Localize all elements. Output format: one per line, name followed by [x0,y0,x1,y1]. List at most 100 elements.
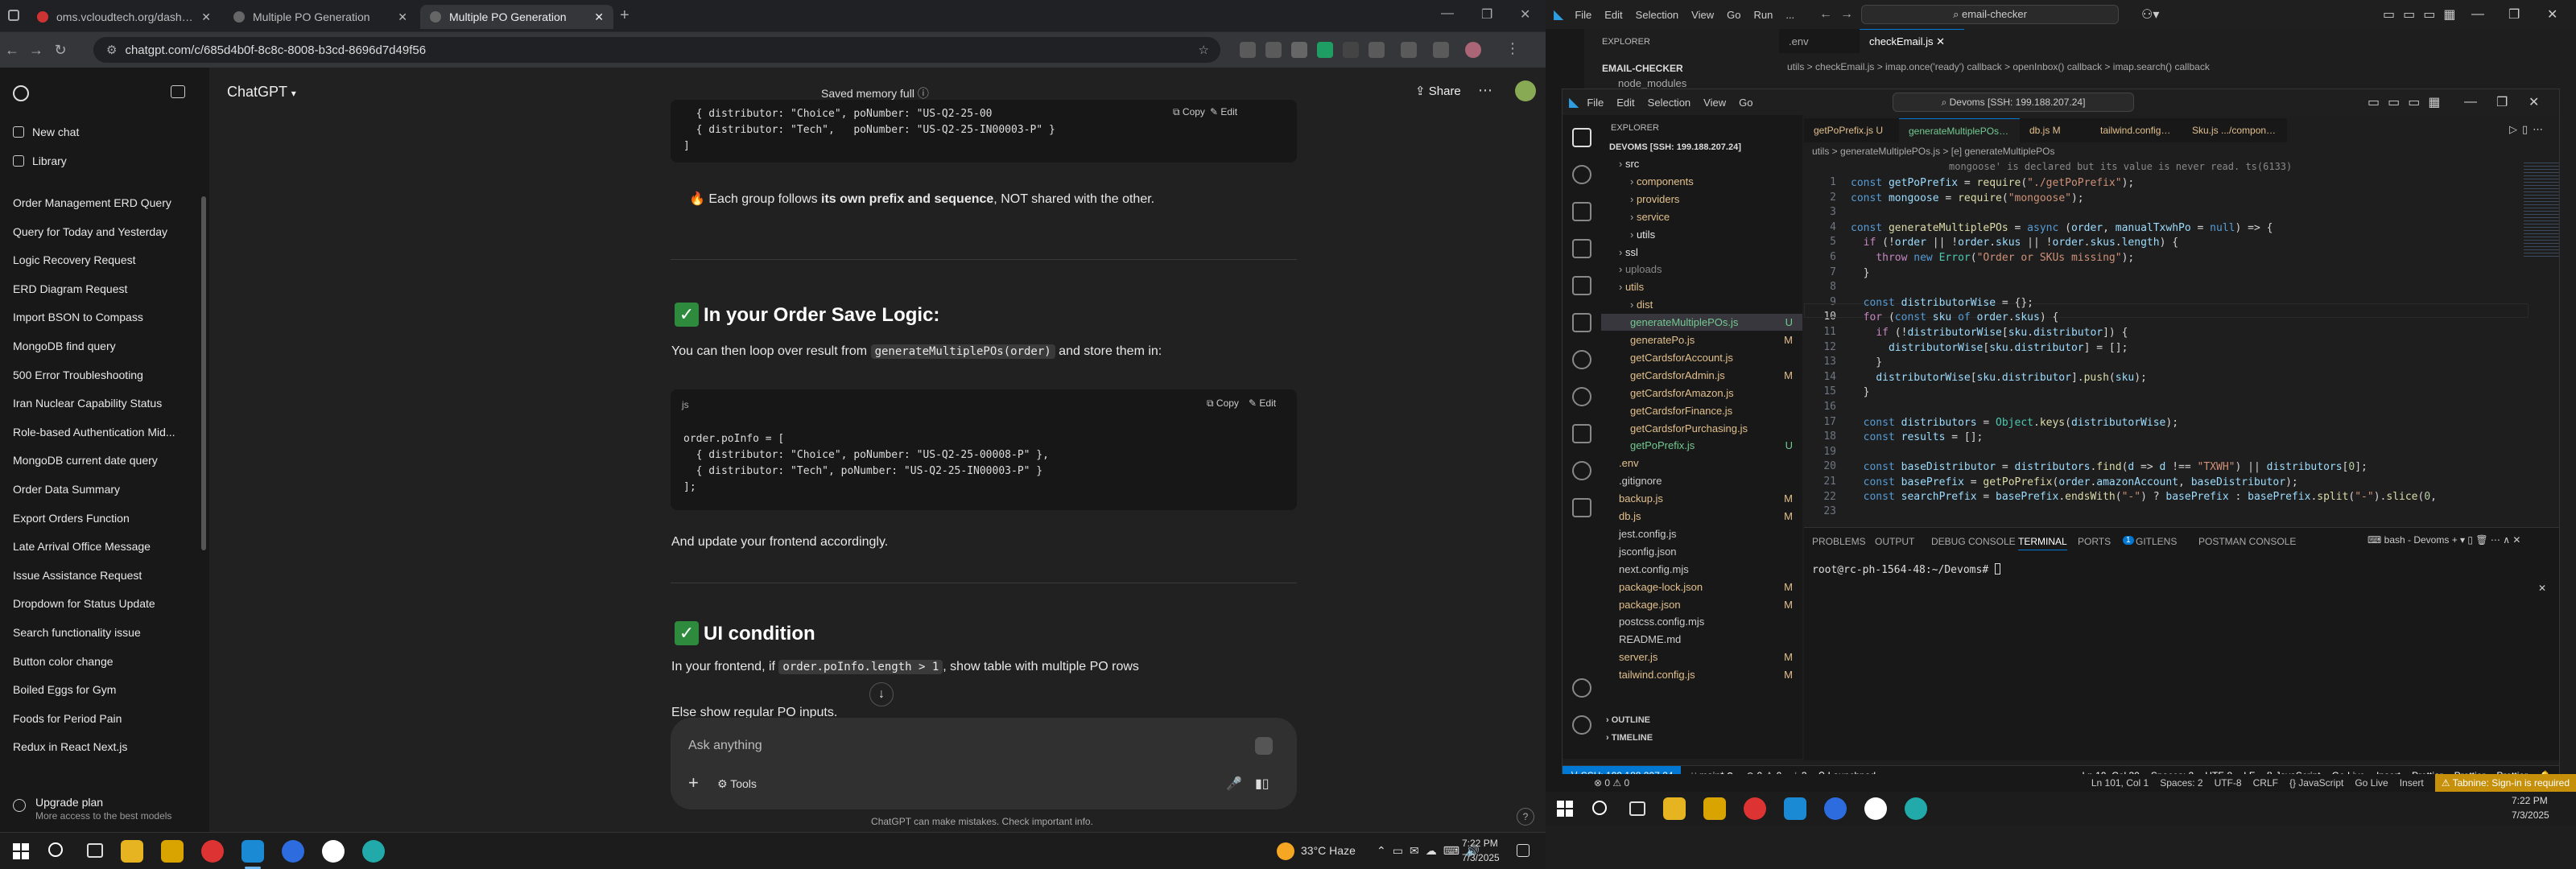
extensions-puzzle-icon[interactable] [1401,42,1417,58]
editor-tab[interactable]: Sku.js .../component [2182,118,2287,142]
new-chat-button[interactable]: New chat [13,126,79,138]
memory-status[interactable]: Saved memory full ⓘ [821,85,929,101]
editor-tab[interactable]: getPoPrefix.js U [1804,118,1899,142]
copy-button[interactable]: ⧉ Copy [1170,106,1208,118]
menu-item[interactable]: Edit [1616,97,1634,109]
panel-tab[interactable]: TERMINAL [2018,536,2067,550]
extension-icon[interactable] [1343,42,1359,58]
edit-button[interactable]: ✎ Edit [1249,397,1276,409]
folder-item[interactable]: › uploads [1601,261,1802,278]
sidepanel-icon[interactable] [1433,42,1449,58]
zoom-icon[interactable] [1824,797,1847,820]
folder-item[interactable]: › providers [1601,191,1802,208]
weather-text[interactable]: 33°C Haze [1301,844,1356,857]
menu-item[interactable]: Go [1739,97,1752,109]
extension-icon[interactable] [1368,42,1385,58]
copy-button[interactable]: ⧉ Copy [1207,397,1239,410]
clock-time[interactable]: 7:22 PM [1462,838,1498,849]
layout-icons[interactable]: ▭▭▭▦ [2368,94,2448,110]
chat-history-item[interactable]: Order Data Summary [13,483,195,496]
sidebar-scrollbar[interactable] [201,196,206,550]
back-icon[interactable]: ← [0,42,24,59]
forward-icon[interactable]: → [1840,7,1853,22]
timeline-section[interactable]: › TIMELINE [1606,733,1653,743]
task-view-icon[interactable] [1629,801,1645,816]
menu-item[interactable]: File [1575,9,1591,21]
file-item[interactable]: generatePo.js M [1601,332,1802,348]
file-explorer-icon[interactable] [1663,797,1686,820]
voice-mode-icon[interactable]: ▮▯ [1255,776,1269,792]
chrome-tab-3[interactable]: Multiple PO Generation ✕ [420,5,613,29]
chat-history-item[interactable]: Dropdown for Status Update [13,597,195,610]
outer-tab-env[interactable]: .env [1779,29,1860,53]
file-item[interactable]: getCardsforPurchasing.js [1601,420,1802,437]
back-icon[interactable]: ← [1819,7,1832,22]
menu-item[interactable]: Run [1753,9,1773,21]
status-item[interactable]: Insert [2400,777,2424,789]
scroll-down-icon[interactable]: ↓ [869,682,894,706]
file-item[interactable]: README.md [1601,631,1802,648]
chat-history-item[interactable]: Order Management ERD Query [13,196,195,209]
status-item[interactable]: CRLF [2253,777,2278,789]
code-editor[interactable]: 1 2 3 4 5 6 7 8 9 10 11 12 13 14 15 16 17 18 19 20 21 22 23 mo… [1804,160,2559,517]
new-tab-icon[interactable]: + [620,6,630,25]
profile-avatar[interactable] [1465,42,1481,58]
file-item[interactable]: getCardsforFinance.js [1601,402,1802,419]
chat-history-item[interactable]: MongoDB find query [13,340,195,352]
chrome-tab-2[interactable]: Multiple PO Generation ✕ [224,5,417,29]
file-item[interactable]: next.config.mjs [1601,561,1802,578]
file-item[interactable]: getCardsforAccount.js [1601,349,1802,366]
toggle-sidebar-icon[interactable] [171,85,185,98]
file-item[interactable]: backup.js M [1601,490,1802,507]
panel-tab[interactable]: GITLENS [2136,536,2177,547]
command-center[interactable]: ⌕ Devoms [SSH: 199.188.207.24] [1893,93,2134,112]
panel-tab[interactable]: PROBLEMS [1812,536,1866,547]
user-avatar[interactable] [1515,80,1536,101]
address-bar[interactable]: ⚙ chatgpt.com/c/685d4b0f-8c8c-8008-b3cd-… [93,37,1220,63]
file-item[interactable]: jsconfig.json [1601,543,1802,560]
restore-icon[interactable]: ❐ [2508,6,2520,23]
status-item[interactable]: Go Live [2355,777,2388,789]
window-close-icon[interactable]: ✕ [2529,94,2539,110]
app-icon[interactable] [362,840,385,863]
bookmark-star-icon[interactable]: ☆ [1199,43,1209,57]
extension-icon[interactable] [1240,42,1256,58]
minimize-icon[interactable]: — [2464,95,2477,109]
app-icon[interactable] [1864,797,1887,820]
editor-actions[interactable]: ▷▯⋯ [2509,123,2548,136]
restore-icon[interactable]: ❐ [2496,94,2508,110]
source-control-icon[interactable] [1572,202,1591,221]
window-close-icon[interactable]: ✕ [1520,6,1530,23]
file-item[interactable]: server.js M [1601,649,1802,665]
lightning-icon[interactable] [1572,461,1591,480]
site-info-icon[interactable]: ⚙ [106,43,117,57]
menu-item[interactable]: Edit [1604,9,1622,21]
file-item[interactable]: generateMultiplePOs.js U [1601,314,1802,332]
chat-history-item[interactable]: Issue Assistance Request [13,569,195,582]
minimap[interactable] [2524,160,2559,257]
upgrade-plan-button[interactable]: Upgrade plan More access to the best mod… [13,796,198,828]
terminal-shell-label[interactable]: ⌨ bash - Devoms + ▾ ▯ 🗑 ⋯ ∧ ✕ [2368,534,2520,546]
search-icon[interactable] [1572,165,1591,184]
status-item[interactable]: Ln 101, Col 1 [2091,777,2149,789]
menu-item[interactable]: View [1691,9,1714,21]
python-icon[interactable] [1572,498,1591,517]
folder-item[interactable]: › src [1601,155,1802,172]
folder-item[interactable]: › service [1601,208,1802,225]
testing-icon[interactable] [1572,424,1591,443]
file-item[interactable]: .gitignore [1601,472,1802,489]
folder-item[interactable]: › utils [1601,278,1802,295]
store-icon[interactable] [1703,797,1726,820]
folder-item[interactable]: › ssl [1601,244,1802,261]
chrome-tab-1[interactable]: oms.vcloudtech.org/dashboard ✕ [27,5,221,29]
chat-history-item[interactable]: Button color change [13,655,195,668]
close-icon[interactable]: ✕ [2538,583,2546,594]
chat-history-item[interactable]: Role-based Authentication Mid... [13,426,195,439]
zoom-icon[interactable] [282,840,304,863]
edit-button[interactable]: ✎ Edit [1210,106,1237,117]
terminal-prompt[interactable]: root@rc-ph-1564-48:~/Devoms# [1812,563,2000,576]
weather-icon[interactable] [1277,842,1294,860]
extension-icon[interactable] [1317,42,1333,58]
app-icon[interactable] [1905,797,1927,820]
file-item[interactable]: package-lock.json M [1601,579,1802,595]
